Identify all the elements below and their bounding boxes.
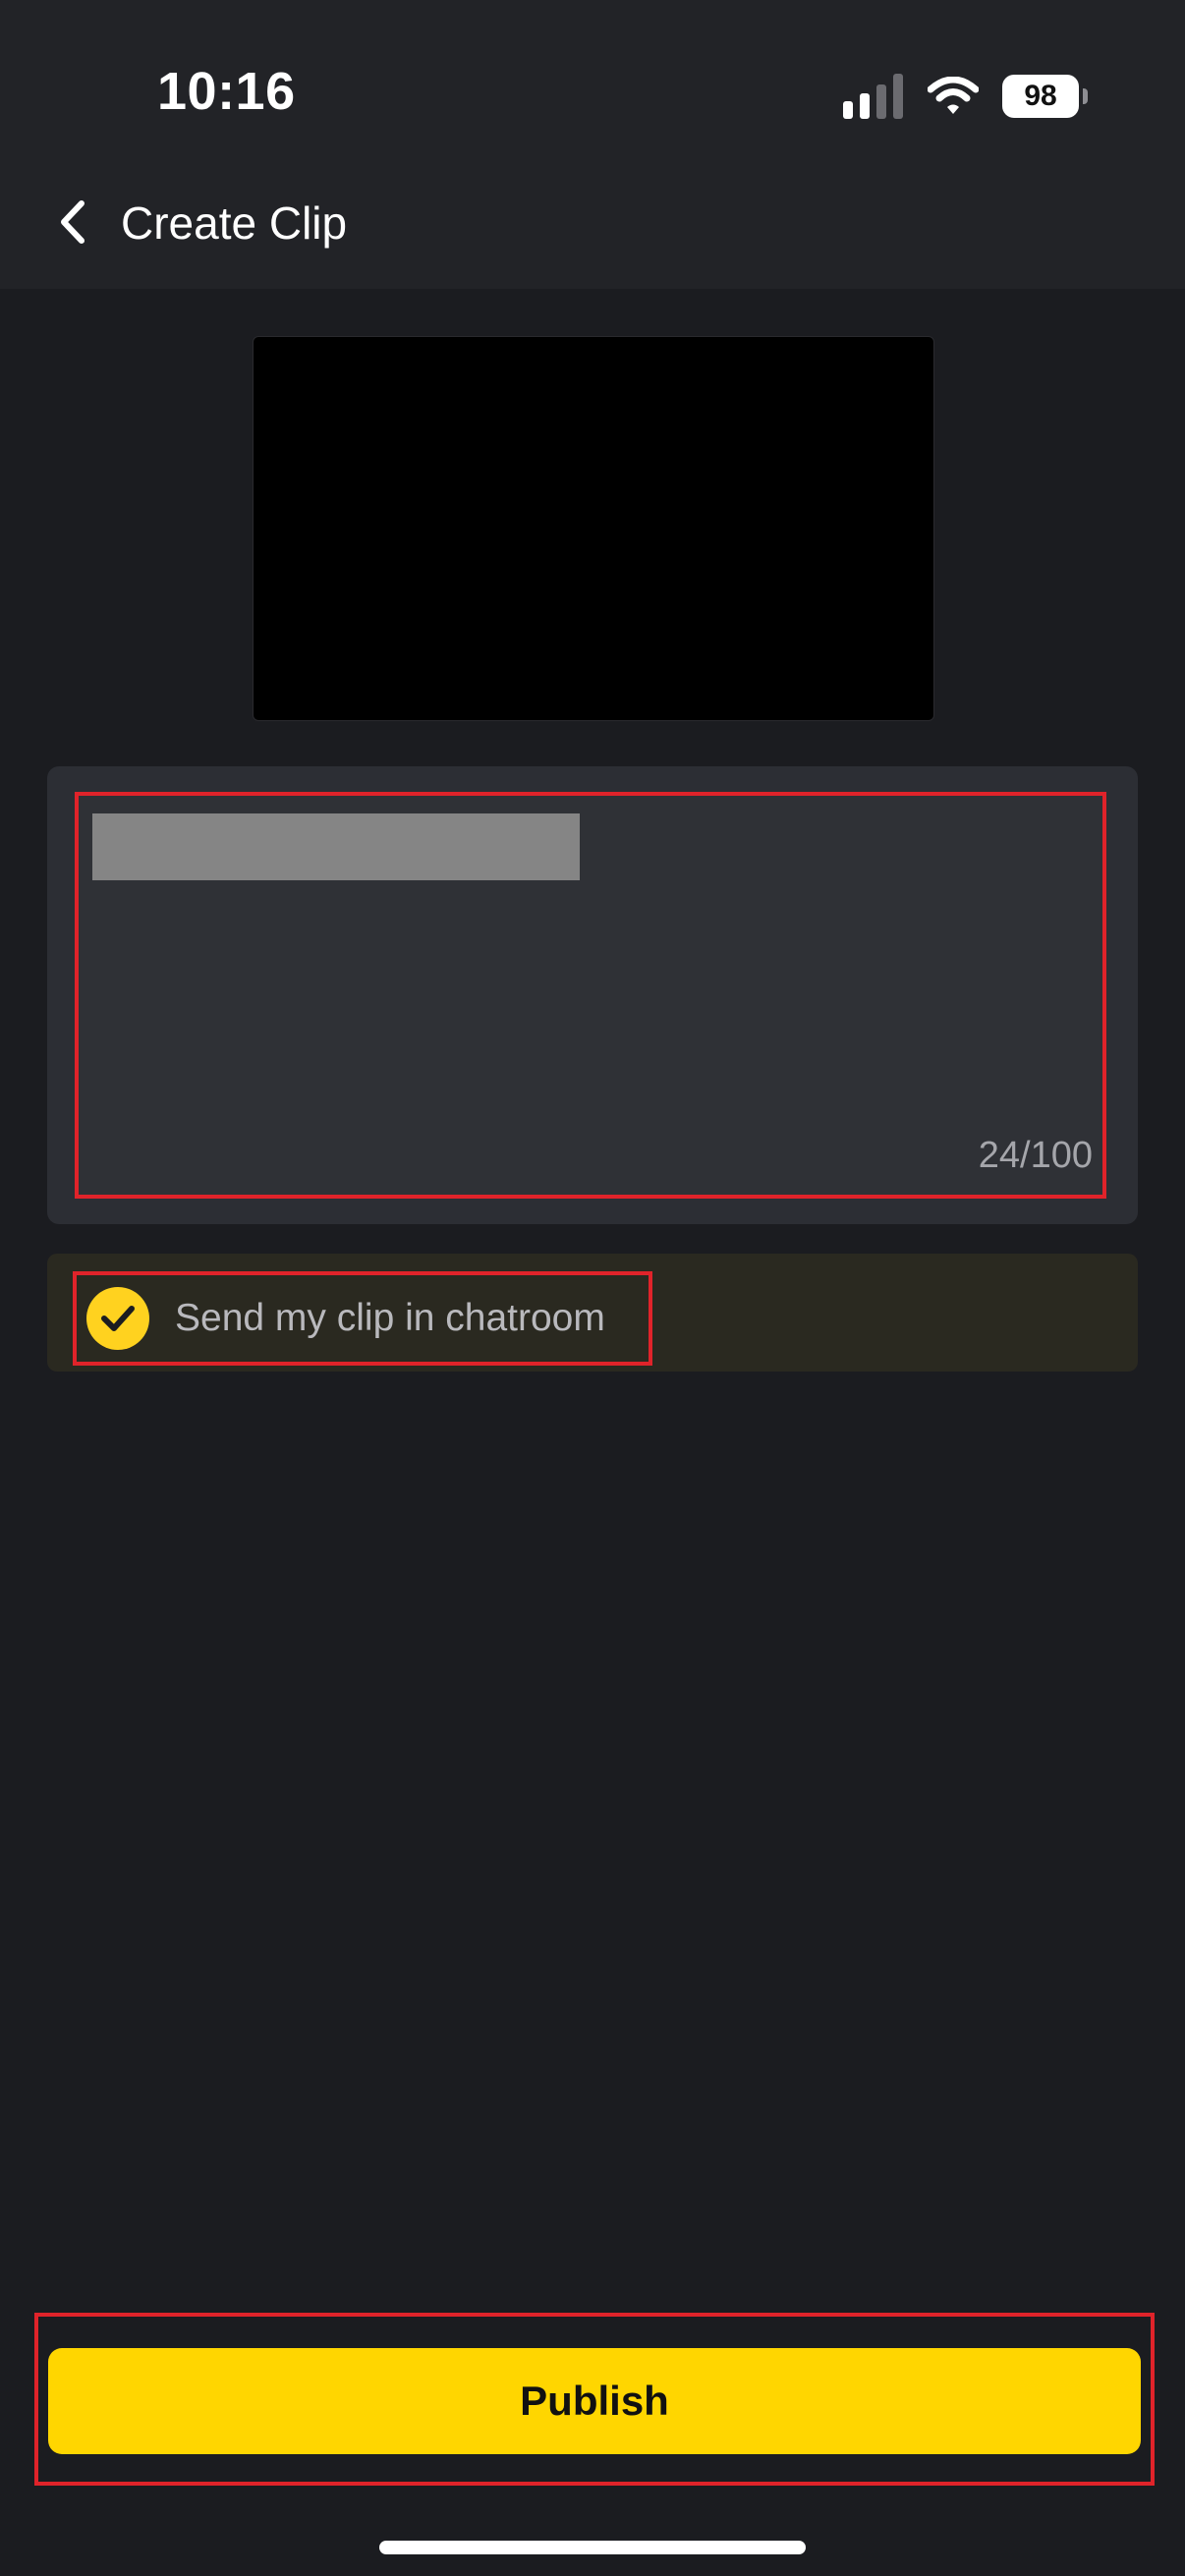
status-icons: 98 [843, 69, 1088, 124]
nav-bar: Create Clip [0, 167, 1185, 285]
publish-area: Publish [34, 2313, 1155, 2486]
send-to-chatroom-label: Send my clip in chatroom [175, 1297, 605, 1339]
send-to-chatroom-row: Send my clip in chatroom [47, 1254, 1138, 1372]
publish-button[interactable]: Publish [48, 2348, 1141, 2454]
clip-video-preview[interactable] [253, 336, 934, 721]
checkmark-icon [101, 1306, 135, 1331]
send-to-chatroom-toggle[interactable]: Send my clip in chatroom [73, 1271, 652, 1366]
cellular-signal-icon [843, 74, 903, 119]
clip-title-input[interactable]: 24/100 [75, 792, 1106, 1199]
clip-title-text-redacted [92, 813, 580, 880]
battery-icon: 98 [1002, 75, 1088, 118]
clip-title-card: 24/100 [47, 766, 1138, 1224]
battery-level: 98 [1024, 80, 1057, 112]
create-clip-screen: 10:16 98 Create Clip 24/100 Send my clip… [0, 0, 1185, 2576]
chevron-left-icon [61, 200, 85, 244]
char-counter: 24/100 [978, 1135, 1093, 1176]
top-bar: 10:16 98 Create Clip [0, 0, 1185, 289]
wifi-icon [928, 77, 979, 114]
home-indicator[interactable] [379, 2541, 806, 2554]
checkbox-checked[interactable] [86, 1287, 149, 1350]
status-time: 10:16 [157, 62, 296, 121]
page-title: Create Clip [121, 197, 348, 249]
back-button[interactable] [43, 193, 102, 252]
